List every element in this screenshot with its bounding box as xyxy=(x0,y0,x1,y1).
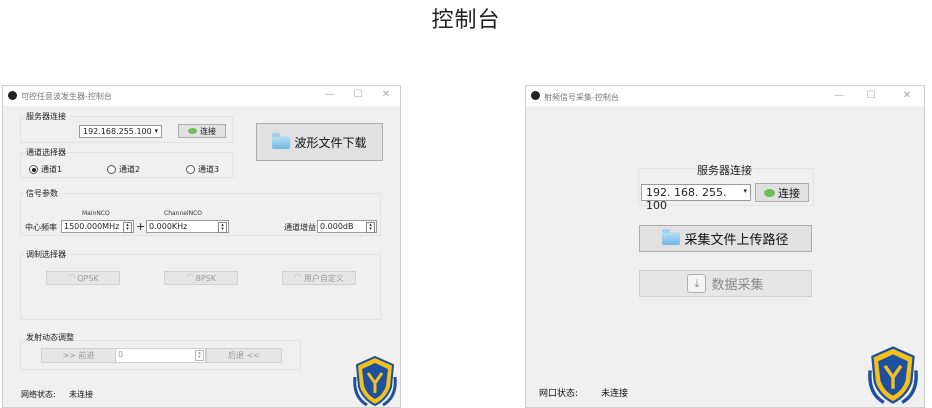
connect-label: 连接 xyxy=(778,186,800,200)
maximize-button[interactable]: ☐ xyxy=(351,89,365,100)
radio-unchecked-icon xyxy=(107,165,116,174)
modulation-group xyxy=(20,254,381,320)
8psk-button[interactable]: ◠ 8PSK xyxy=(164,271,238,285)
step-input[interactable]: 0 ▴ ▾ xyxy=(115,348,206,363)
step-value: 0 xyxy=(118,350,124,359)
left-titlebar: 可控任意波发生器-控制台 — ☐ ✕ xyxy=(3,86,400,106)
shield-logo-icon xyxy=(868,346,918,404)
radio-unchecked-icon xyxy=(186,165,195,174)
emit-adjust-group-label: 发射动态调整 xyxy=(25,332,75,343)
collect-label: 数据采集 xyxy=(711,278,764,293)
upload-label: 采集文件上传路径 xyxy=(684,233,789,248)
radio-label: 通道3 xyxy=(198,165,220,174)
radio-channel-3[interactable]: 通道3 xyxy=(186,164,219,175)
wifi-icon: ◠ xyxy=(294,273,302,283)
wifi-icon: ◠ xyxy=(67,273,76,283)
main-nco-label: MainNCO xyxy=(82,210,110,217)
window-title: 可控任意波发生器-控制台 xyxy=(21,92,112,101)
app-icon xyxy=(531,91,540,100)
main-nco-input[interactable]: 1500.000MHz ▴ ▾ xyxy=(61,220,134,233)
main-nco-value: 1500.000MHz xyxy=(64,222,120,231)
connect-button[interactable]: 连接 xyxy=(178,124,226,138)
channel-nco-input[interactable]: 0.000KHz ▴ ▾ xyxy=(146,220,229,233)
network-status-label: 网络状态: xyxy=(21,390,56,399)
close-button[interactable]: ✕ xyxy=(379,89,393,100)
server-group-label: 服务器连接 xyxy=(696,162,753,178)
ip-value: 192. 168. 255. 100 xyxy=(646,186,727,212)
status-led-icon xyxy=(188,128,197,134)
radio-label: 通道2 xyxy=(119,165,141,174)
radio-channel-2[interactable]: 通道2 xyxy=(107,164,140,175)
custom-mod-button[interactable]: ◠ 用户自定义 xyxy=(282,271,356,285)
wifi-icon: ◠ xyxy=(185,273,194,283)
chevron-down-icon: ▾ xyxy=(154,127,158,135)
ip-select[interactable]: 192.168.255.100 ▾ xyxy=(79,125,162,138)
signal-group-label: 信号参数 xyxy=(25,188,59,199)
spin-arrows-icon[interactable]: ▴ ▾ xyxy=(195,350,204,361)
spin-arrows-icon[interactable]: ▴ ▾ xyxy=(366,222,375,233)
gain-value: 0.000dB xyxy=(320,222,354,231)
download-waveform-button[interactable]: 波形文件下载 xyxy=(256,123,383,161)
channel-nco-value: 0.000KHz xyxy=(149,222,188,231)
window-title: 射频信号采集-控制台 xyxy=(544,93,619,102)
collect-data-button[interactable]: ⤓ 数据采集 xyxy=(639,270,812,297)
custom-mod-label: 用户自定义 xyxy=(303,273,344,283)
qpsk-button[interactable]: ◠ QPSK xyxy=(46,271,120,285)
page-title: 控制台 xyxy=(431,8,501,33)
back-button[interactable]: 后退 << xyxy=(206,348,282,363)
minimize-button[interactable]: — xyxy=(323,89,337,100)
ip-select[interactable]: 192. 168. 255. 100 ▾ xyxy=(641,184,751,212)
download-label: 波形文件下载 xyxy=(294,135,367,150)
shield-logo-icon xyxy=(353,355,397,407)
channel-nco-label: ChannelNCO xyxy=(164,210,203,217)
forward-button[interactable]: >> 前进 xyxy=(41,348,116,363)
qpsk-label: QPSK xyxy=(77,273,99,283)
download-icon: ⤓ xyxy=(687,274,707,293)
plus-sign: + xyxy=(136,220,146,233)
port-status-label: 网口状态: xyxy=(539,389,579,399)
folder-icon xyxy=(662,229,681,245)
spin-arrows-icon[interactable]: ▴ ▾ xyxy=(218,222,227,233)
spin-arrows-icon[interactable]: ▴ ▾ xyxy=(123,222,132,233)
ip-value: 192.168.255.100 xyxy=(83,127,152,136)
gain-input[interactable]: 0.000dB ▴ ▾ xyxy=(317,220,377,233)
upload-path-button[interactable]: 采集文件上传路径 xyxy=(639,225,812,252)
center-freq-label: 中心频率 xyxy=(25,223,57,232)
connect-label: 连接 xyxy=(200,126,216,136)
back-label: 后退 << xyxy=(228,351,260,360)
modulation-group-label: 调制选择器 xyxy=(25,249,67,260)
chevron-down-icon: ▾ xyxy=(743,187,747,195)
network-status-value: 未连接 xyxy=(69,390,93,399)
channel-group-label: 通道选择器 xyxy=(25,147,67,158)
app-icon xyxy=(8,91,17,100)
status-led-icon xyxy=(764,188,775,197)
radio-channel-1[interactable]: 通道1 xyxy=(29,164,62,175)
left-window: 可控任意波发生器-控制台 — ☐ ✕ 服务器连接 192.168.255.100… xyxy=(2,85,401,408)
connect-button[interactable]: 连接 xyxy=(755,183,809,202)
radio-checked-icon xyxy=(29,165,38,174)
server-group-label: 服务器连接 xyxy=(25,111,67,122)
radio-label: 通道1 xyxy=(41,165,63,174)
folder-icon xyxy=(272,132,291,149)
right-window: 射频信号采集-控制台 — ☐ ✕ 服务器连接 192. 168. 255. 10… xyxy=(525,85,925,408)
port-status-value: 未连接 xyxy=(601,389,629,399)
right-titlebar: 射频信号采集-控制台 — ☐ ✕ xyxy=(526,86,924,106)
maximize-button[interactable]: ☐ xyxy=(864,90,878,101)
gain-label: 通道增益 xyxy=(284,223,316,232)
minimize-button[interactable]: — xyxy=(832,90,846,101)
close-button[interactable]: ✕ xyxy=(900,90,914,101)
forward-label: >> 前进 xyxy=(62,351,95,360)
8psk-label: 8PSK xyxy=(195,273,217,283)
